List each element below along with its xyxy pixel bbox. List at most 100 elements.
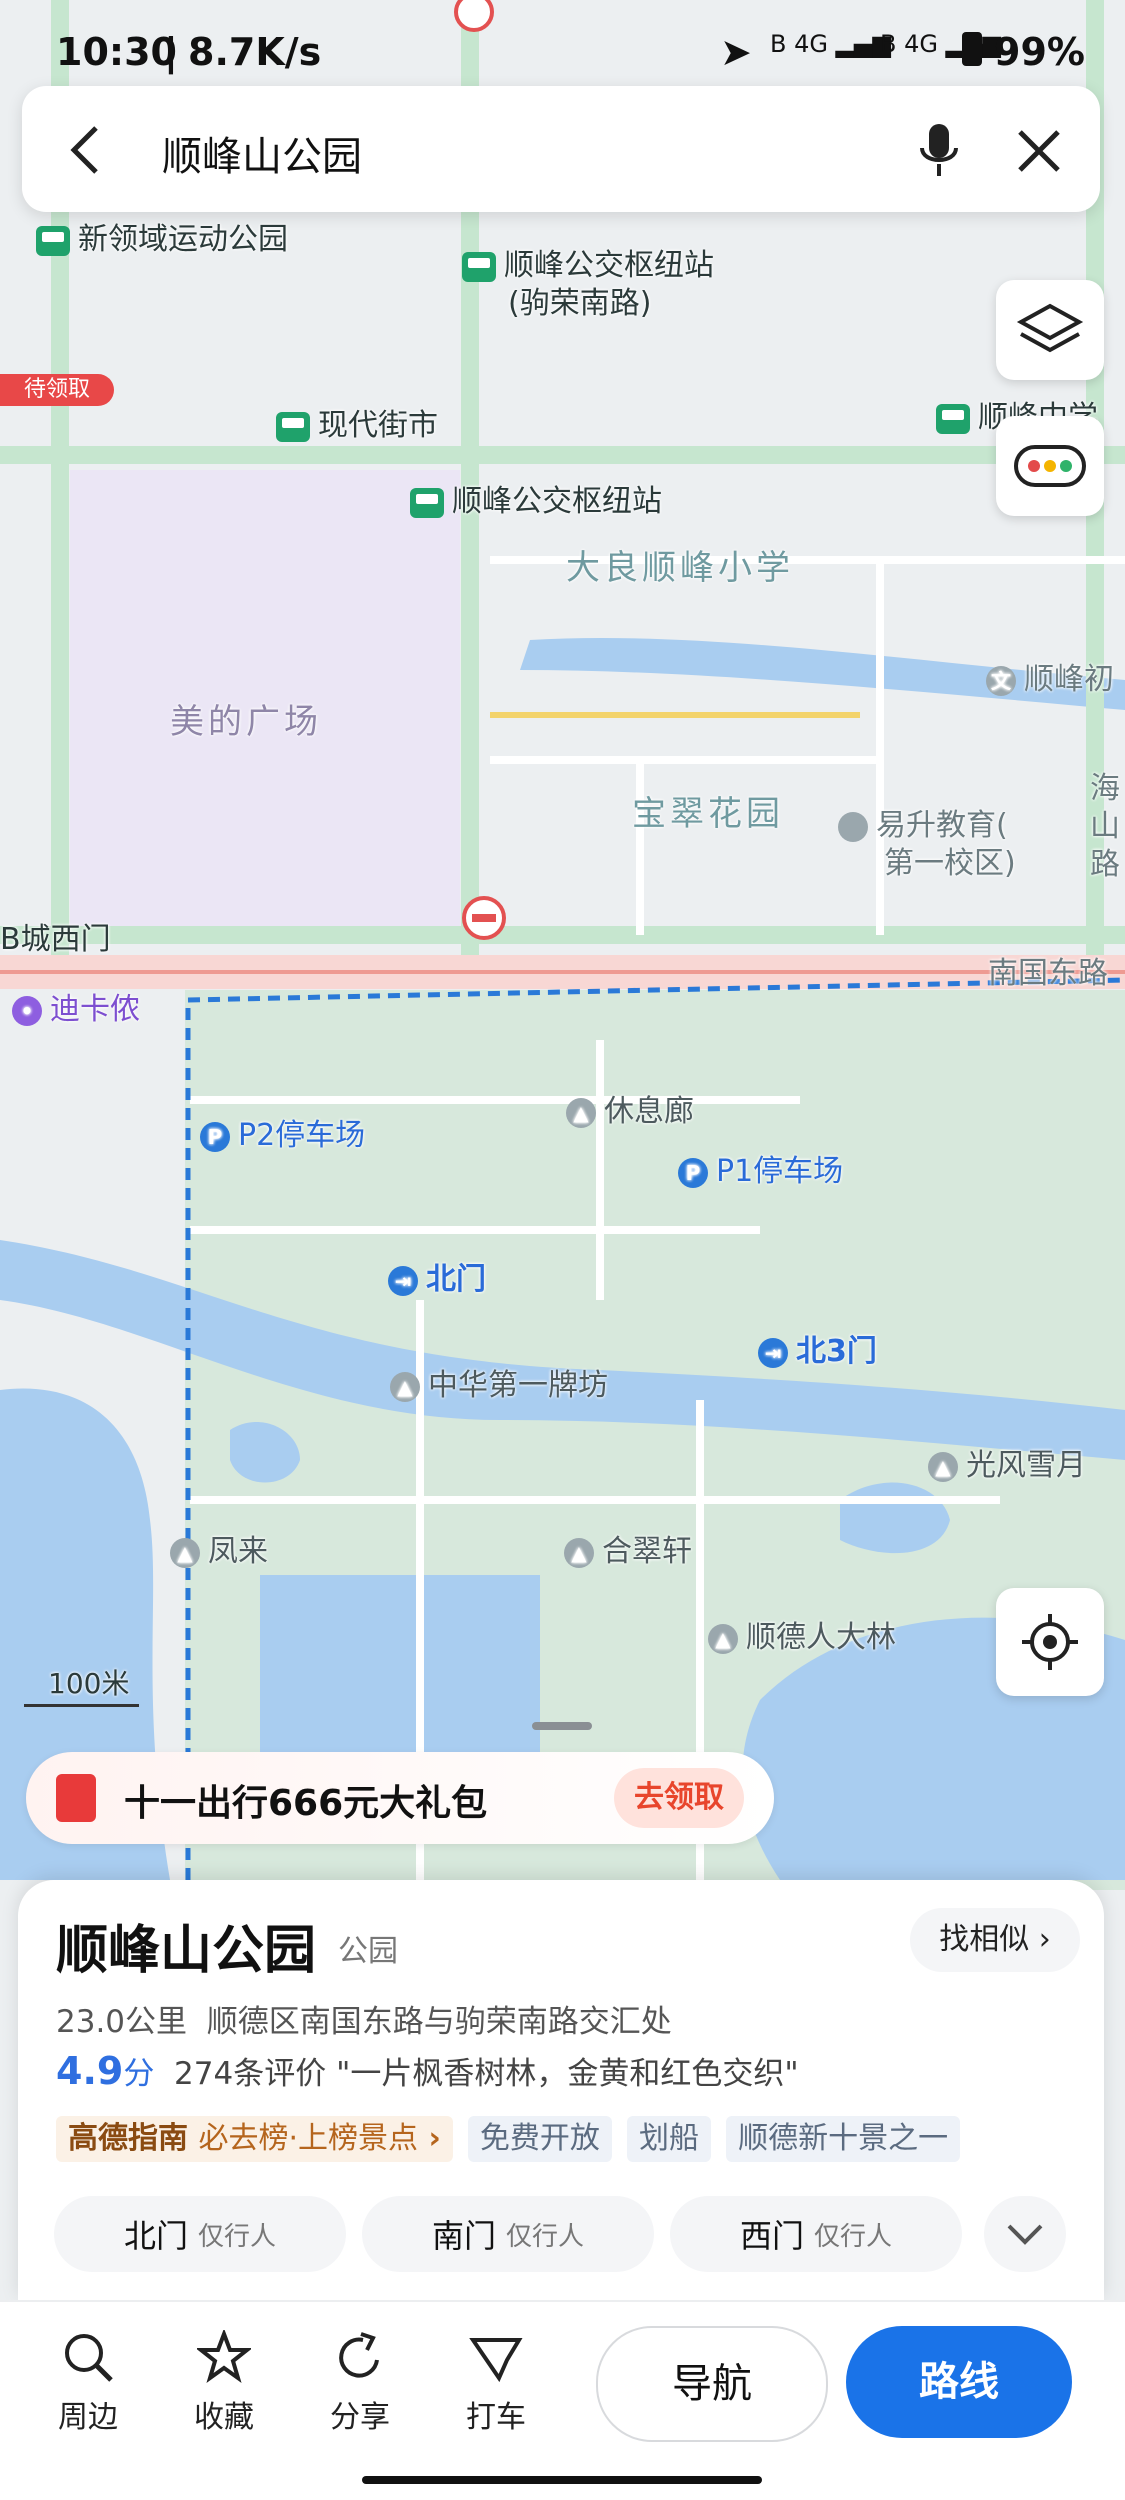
tag-item: 顺德新十景之一 [726,2116,961,2162]
expand-gates-button[interactable] [984,2196,1066,2272]
locate-button[interactable] [996,1588,1104,1696]
bus-stop-icon [276,411,310,442]
scale-bar: 100米 [24,1662,140,1707]
status-speed: 8.7K/s [188,30,322,74]
map-label-zhonghua-arch[interactable]: ▲ 中华第一牌坊 [390,1360,608,1404]
promo-banner[interactable]: 十一出行666元大礼包 去领取 [26,1752,774,1844]
taxi-icon [469,2338,523,2383]
school-icon: 文 [986,665,1016,696]
status-divider: | [164,30,178,74]
gate-icon: ⇥ [758,1337,788,1368]
map-label-shunfeng-chu[interactable]: 文顺峰初 [986,654,1114,698]
map-label-p2-parking[interactable]: P P2停车场 [200,1110,365,1154]
route-button[interactable]: 路线 [846,2326,1072,2438]
microphone-icon[interactable] [914,120,964,180]
map-label-midea-plaza[interactable]: 美的广场 [170,694,322,743]
nearby-button[interactable]: 周边 [38,2330,138,2436]
search-query[interactable]: 顺峰山公园 [162,124,362,182]
map-label-nanguo-road: 南国东路 [988,956,1108,991]
place-name: 顺峰山公园 [56,1921,317,1981]
star-icon [195,2328,253,2383]
back-arrow-icon[interactable] [62,124,110,176]
pavilion-icon: ▲ [708,1623,738,1654]
place-address-line: 23.0公里 顺德区南国东路与驹荣南路交汇处 [56,1996,672,2041]
rating-score: 4.9 [56,2049,124,2093]
bus-stop-icon [936,403,970,434]
map-label-p1-parking[interactable]: P P1停车场 [678,1146,843,1190]
status-bar: 10:30 | 8.7K/s ➤ B 4G ▂▄▆ B 4G ▂▄▆ 99% [0,0,1125,100]
chevron-right-icon: › [1038,1922,1051,1957]
tag-item: 划船 [627,2116,711,2162]
battery-icon [962,32,982,66]
close-icon[interactable] [1014,126,1064,176]
map-label-yisheng-edu-2: 第一校区) [884,846,1016,881]
traffic-light-icon [1014,445,1086,487]
locate-icon [1022,1614,1078,1670]
map-label-hecui[interactable]: ▲ 合翠轩 [564,1526,692,1570]
bar-divider [0,2300,1125,2302]
pavilion-icon: ▲ [566,1097,596,1128]
map-label-xinlingyu[interactable]: 新领域运动公园 [36,214,288,258]
map-label-haishan-road: 海山路 [1090,771,1120,882]
map-label-guangfeng[interactable]: ▲ 光风雪月 [928,1440,1086,1484]
review-quote: "一片枫香树林，金黄和红色交织" [336,2056,799,2092]
share-button[interactable]: 分享 [310,2330,410,2436]
search-bar[interactable]: 顺峰山公园 [22,86,1100,212]
layers-button[interactable] [996,280,1104,380]
bus-stop-icon [462,251,496,282]
signal-icon-2: B 4G ▂▄▆ [880,30,1001,58]
find-similar-button[interactable]: 找相似 › [910,1908,1080,1972]
promo-claim-button[interactable]: 去领取 [614,1768,744,1828]
rating-unit: 分 [123,2056,155,2092]
taxi-button[interactable]: 打车 [446,2330,546,2436]
battery-level: 99% [994,30,1085,74]
parking-icon: P [678,1157,708,1188]
tags-row: 高德指南 必去榜·上榜景点 › 免费开放 划船 顺德新十景之一 [56,2116,970,2162]
shop-icon: • [12,995,42,1026]
favorite-button[interactable]: 收藏 [174,2328,274,2436]
poi-pin-icon [838,811,868,842]
guide-badge[interactable]: 高德指南 必去榜·上榜景点 › [56,2116,453,2162]
pavilion-icon: ▲ [928,1451,958,1482]
navigate-button[interactable]: 导航 [596,2326,828,2442]
bus-stop-icon [410,487,444,518]
map-label-rest-corridor[interactable]: ▲ 休息廊 [566,1086,694,1130]
chevron-down-icon [1007,2224,1043,2245]
pavilion-icon: ▲ [390,1371,420,1402]
parking-icon: P [200,1121,230,1152]
map-label-north-gate[interactable]: ⇥ 北门 [388,1254,486,1298]
bus-stop-icon [36,225,70,256]
review-count: 274条评价 [174,2056,327,2092]
gate-icon: ⇥ [388,1265,418,1296]
map-label-fenglai[interactable]: ▲ 凤来 [170,1526,268,1570]
share-icon [339,2332,379,2378]
sheet-drag-handle[interactable] [532,1722,592,1730]
map-label-bus-hub-jurong-sub: (驹荣南路) [508,286,652,321]
map-label-dikanong[interactable]: • 迪卡侬 [12,984,140,1028]
map-label-city-west-gate[interactable]: B城西门 [0,914,111,958]
map-label-baocui-garden[interactable]: 宝翠花园 [632,786,784,835]
pending-badge[interactable]: 待领取 [0,374,114,406]
pavilion-icon: ▲ [564,1537,594,1568]
map-label-north-gate-3[interactable]: ⇥ 北3门 [758,1326,877,1370]
map-label-bus-hub[interactable]: 顺峰公交枢纽站 [410,476,662,520]
map-label-shunde-forest[interactable]: ▲ 顺德人大林 [708,1612,896,1656]
map-label-modern-street[interactable]: 现代街市 [276,400,438,444]
gate-chip-north[interactable]: 北门 仅行人 [54,2196,346,2272]
red-envelope-icon [56,1774,96,1822]
location-arrow-icon: ➤ [720,30,752,74]
place-category: 公园 [338,1934,398,1969]
tag-item: 免费开放 [467,2116,612,2162]
status-time: 10:30 [56,30,177,74]
gate-chip-south[interactable]: 南门 仅行人 [362,2196,654,2272]
traffic-button[interactable] [996,416,1104,516]
rating-line[interactable]: 4.9分 274条评价 "一片枫香树林，金黄和红色交织" [56,2048,799,2093]
gate-chip-west[interactable]: 西门 仅行人 [670,2196,962,2272]
guide-text: 必去榜·上榜景点 [198,2121,418,2156]
search-icon [65,2334,113,2382]
signal-icon: B 4G ▂▄▆ [770,30,891,58]
promo-text: 十一出行666元大礼包 [124,1783,488,1824]
layers-icon [1016,303,1084,353]
place-address: 顺德区南国东路与驹荣南路交汇处 [206,2004,672,2040]
map-label-daliang-primary[interactable]: 大良顺峰小学 [566,540,794,589]
